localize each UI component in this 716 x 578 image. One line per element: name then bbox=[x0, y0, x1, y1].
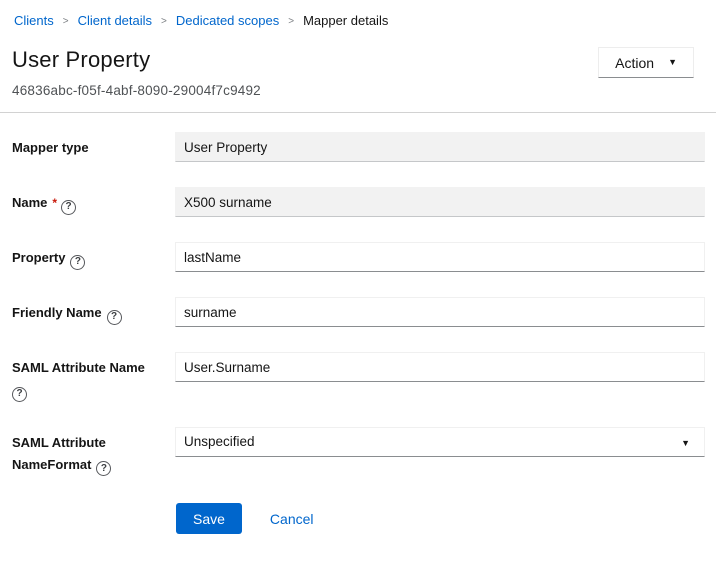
input-col bbox=[175, 297, 705, 327]
required-asterisk: * bbox=[52, 196, 57, 210]
mapper-id: 46836abc-f05f-4abf-8090-29004f7c9492 bbox=[12, 83, 261, 98]
property-label: Property bbox=[12, 250, 65, 265]
mapper-form: Mapper type Name *? Property? Friendly Na… bbox=[0, 113, 716, 534]
saml-attribute-nameformat-label: SAML Attribute NameFormat bbox=[12, 435, 106, 472]
nameformat-selected-value: Unspecified bbox=[184, 434, 255, 449]
field-label-group: SAML Attribute Name? bbox=[12, 352, 162, 402]
input-col bbox=[175, 132, 705, 162]
form-row-saml-attribute-name: SAML Attribute Name? bbox=[12, 352, 705, 402]
form-row-name: Name *? bbox=[12, 187, 705, 217]
breadcrumb-mapper-details: Mapper details bbox=[303, 13, 388, 28]
name-input bbox=[175, 187, 705, 217]
input-col: Unspecified ▼ bbox=[175, 427, 705, 457]
action-dropdown-label: Action bbox=[615, 55, 654, 71]
cancel-link[interactable]: Cancel bbox=[270, 511, 314, 527]
input-col bbox=[175, 352, 705, 382]
page-title: User Property bbox=[12, 47, 261, 73]
title-block: User Property 46836abc-f05f-4abf-8090-29… bbox=[12, 47, 261, 98]
mapper-type-input bbox=[175, 132, 705, 162]
help-icon[interactable]: ? bbox=[61, 200, 76, 215]
input-col bbox=[175, 187, 705, 217]
breadcrumb-client-details[interactable]: Client details bbox=[78, 13, 152, 28]
mapper-type-label: Mapper type bbox=[12, 140, 89, 155]
form-row-mapper-type: Mapper type bbox=[12, 132, 705, 162]
breadcrumb-separator-icon: > bbox=[63, 15, 69, 27]
help-icon[interactable]: ? bbox=[107, 310, 122, 325]
field-label-group: Name *? bbox=[12, 187, 162, 215]
nameformat-select[interactable]: Unspecified ▼ bbox=[175, 427, 705, 457]
field-label-group: Property? bbox=[12, 242, 162, 270]
field-label-group: Mapper type bbox=[12, 132, 162, 159]
form-row-property: Property? bbox=[12, 242, 705, 272]
friendly-name-input[interactable] bbox=[175, 297, 705, 327]
title-row: User Property 46836abc-f05f-4abf-8090-29… bbox=[14, 47, 694, 98]
action-dropdown-button[interactable]: Action ▼ bbox=[598, 47, 694, 78]
save-button[interactable]: Save bbox=[176, 503, 242, 534]
saml-attribute-name-input[interactable] bbox=[175, 352, 705, 382]
help-icon[interactable]: ? bbox=[70, 255, 85, 270]
breadcrumb-dedicated-scopes[interactable]: Dedicated scopes bbox=[176, 13, 279, 28]
form-row-saml-attribute-nameformat: SAML Attribute NameFormat? Unspecified ▼ bbox=[12, 427, 705, 477]
help-icon[interactable]: ? bbox=[12, 387, 27, 402]
input-col bbox=[175, 242, 705, 272]
form-actions: Save Cancel bbox=[176, 503, 705, 534]
form-row-friendly-name: Friendly Name? bbox=[12, 297, 705, 327]
friendly-name-label: Friendly Name bbox=[12, 305, 102, 320]
page-header: Clients > Client details > Dedicated sco… bbox=[0, 0, 716, 98]
property-input[interactable] bbox=[175, 242, 705, 272]
breadcrumb: Clients > Client details > Dedicated sco… bbox=[14, 13, 694, 28]
name-label: Name bbox=[12, 195, 47, 210]
field-label-group: SAML Attribute NameFormat? bbox=[12, 427, 162, 477]
caret-down-icon: ▼ bbox=[668, 58, 677, 67]
saml-attribute-name-label: SAML Attribute Name bbox=[12, 360, 145, 375]
breadcrumb-separator-icon: > bbox=[161, 15, 167, 27]
field-label-group: Friendly Name? bbox=[12, 297, 162, 325]
help-icon[interactable]: ? bbox=[96, 461, 111, 476]
breadcrumb-clients[interactable]: Clients bbox=[14, 13, 54, 28]
breadcrumb-separator-icon: > bbox=[288, 15, 294, 27]
caret-down-icon: ▼ bbox=[681, 439, 690, 448]
